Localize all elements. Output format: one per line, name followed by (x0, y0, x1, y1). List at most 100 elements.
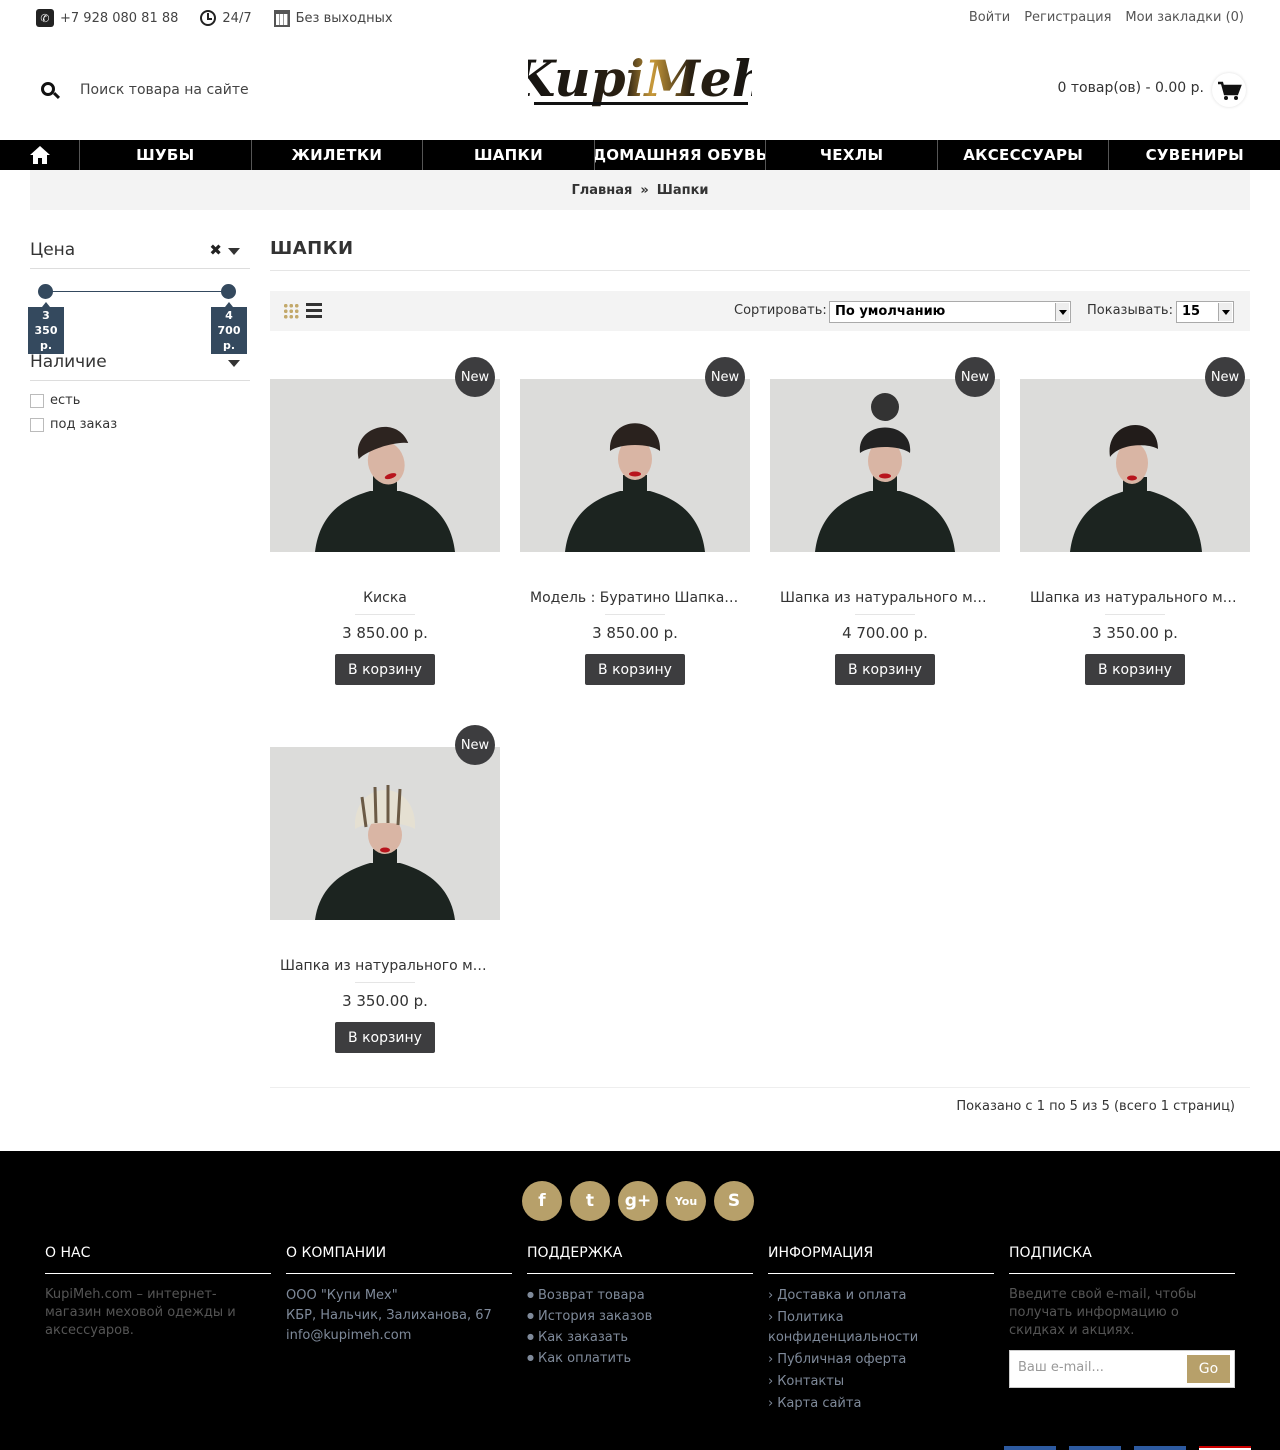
limit-select[interactable]: 15 (1176, 301, 1234, 323)
social-links: f t g+ You S (522, 1181, 754, 1221)
footer-link[interactable]: Доставка и оплата (768, 1286, 994, 1306)
search-input[interactable] (80, 76, 380, 104)
breadcrumb-separator: » (640, 182, 649, 198)
nav-item-hats[interactable]: ШАПКИ (423, 140, 595, 170)
new-badge: New (955, 357, 995, 397)
subscribe-text: Введите свой e-mail, чтобы получать инфо… (1009, 1287, 1197, 1338)
phone-icon: ✆ (36, 9, 54, 27)
twitter-icon[interactable]: t (570, 1181, 610, 1221)
new-badge: New (455, 725, 495, 765)
sort-label: Сортировать: (734, 303, 827, 318)
filter-on-order[interactable]: под заказ (30, 417, 117, 432)
product-price: 3 850.00 р. (342, 624, 428, 642)
breadcrumb: Главная » Шапки (30, 170, 1250, 210)
product-name[interactable]: Шапка из натурального меха (1020, 590, 1250, 606)
pagination-info: Показано с 1 по 5 из 5 (всего 1 страниц) (956, 1099, 1235, 1114)
list-view-icon[interactable] (306, 303, 322, 319)
calendar-icon (273, 9, 290, 27)
filter-in-stock-label: есть (50, 393, 81, 408)
price-slider-max-handle[interactable] (221, 284, 236, 299)
clock-icon (200, 10, 217, 26)
product-name[interactable]: Модель : Буратино Шапка из натурального … (520, 590, 750, 606)
price-max-label: 4 700 р. (211, 302, 247, 354)
footer-about-text: KupiMeh.com – интернет-магазин меховой о… (45, 1287, 236, 1338)
product-image[interactable] (770, 379, 1000, 552)
subscribe-button[interactable]: Go (1187, 1355, 1230, 1383)
product-image[interactable] (270, 379, 500, 552)
price-filter-header[interactable]: Цена ✖ (30, 240, 250, 269)
footer-about: О НАС KupiMeh.com – интернет-магазин мех… (45, 1245, 271, 1340)
footer-link[interactable]: Карта сайта (768, 1394, 994, 1414)
cart-icon[interactable] (1212, 73, 1246, 107)
availability-filter-header[interactable]: Наличие (30, 352, 250, 381)
limit-label: Показывать: (1087, 303, 1173, 318)
logo-text: KupiMeh (528, 49, 752, 108)
nav-item-coats[interactable]: ШУБЫ (80, 140, 252, 170)
nav-item-souvenirs[interactable]: СУВЕНИРЫ (1109, 140, 1280, 170)
search-icon[interactable] (30, 73, 70, 109)
product-name[interactable]: Киска (270, 590, 500, 606)
new-badge: New (1205, 357, 1245, 397)
new-badge: New (455, 357, 495, 397)
footer-link[interactable]: Политика конфиденциальности (768, 1308, 994, 1348)
subscribe-email-input[interactable] (1018, 1360, 1178, 1375)
filter-in-stock[interactable]: есть (30, 393, 80, 408)
footer-link[interactable]: Как заказать (527, 1328, 753, 1349)
footer-link[interactable]: Как оплатить (527, 1349, 753, 1370)
footer-link[interactable]: Возврат товара (527, 1286, 753, 1307)
login-link[interactable]: Войти (969, 10, 1010, 25)
sort-value: По умолчанию (835, 304, 946, 319)
checkbox[interactable] (30, 393, 44, 408)
youtube-icon[interactable]: You (666, 1181, 706, 1221)
footer-link[interactable]: История заказов (527, 1307, 753, 1328)
add-to-cart-button[interactable]: В корзину (835, 654, 935, 685)
company-name: ООО "Купи Мех" (286, 1288, 398, 1303)
working-days: Без выходных (295, 10, 393, 26)
footer-link[interactable]: Публичная оферта (768, 1350, 994, 1370)
checkbox[interactable] (30, 417, 44, 432)
home-icon[interactable] (0, 140, 80, 170)
nav-item-covers[interactable]: ЧЕХЛЫ (766, 140, 938, 170)
availability-filter-title: Наличие (30, 352, 107, 372)
footer-support: ПОДДЕРЖКА Возврат товара История заказов… (527, 1245, 753, 1370)
chevron-down-icon[interactable] (228, 360, 240, 367)
phone-number: +7 928 080 81 88 (60, 10, 179, 26)
nav-item-slippers[interactable]: ДОМАШНЯЯ ОБУВЬ (595, 140, 767, 170)
register-link[interactable]: Регистрация (1024, 10, 1111, 25)
company-email[interactable]: info@kupimeh.com (286, 1326, 512, 1346)
google-plus-icon[interactable]: g+ (618, 1181, 658, 1221)
add-to-cart-button[interactable]: В корзину (1085, 654, 1185, 685)
chevron-down-icon[interactable] (228, 248, 240, 255)
footer-about-title: О НАС (45, 1245, 271, 1274)
breadcrumb-current[interactable]: Шапки (657, 183, 709, 198)
nav-item-vests[interactable]: ЖИЛЕТКИ (252, 140, 424, 170)
footer-link[interactable]: Контакты (768, 1372, 994, 1392)
product-toolbar: Сортировать: По умолчанию Показывать: 15 (270, 291, 1250, 331)
nav-item-accessories[interactable]: АКСЕССУАРЫ (938, 140, 1110, 170)
add-to-cart-button[interactable]: В корзину (335, 1022, 435, 1053)
cart-summary[interactable]: 0 товар(ов) - 0.00 р. (1058, 80, 1204, 96)
payment-card-icon (1004, 1446, 1056, 1450)
add-to-cart-button[interactable]: В корзину (335, 654, 435, 685)
add-to-cart-button[interactable]: В корзину (585, 654, 685, 685)
footer-support-title: ПОДДЕРЖКА (527, 1245, 753, 1274)
footer-company-title: О КОМПАНИИ (286, 1245, 512, 1274)
grid-view-icon[interactable] (283, 303, 299, 319)
price-slider-min-handle[interactable] (38, 284, 53, 299)
product-name[interactable]: Шапка из натурального меха (770, 590, 1000, 606)
site-logo[interactable]: KupiMeh (528, 40, 752, 116)
product-price: 3 850.00 р. (592, 624, 678, 642)
product-image[interactable] (1020, 379, 1250, 552)
facebook-icon[interactable]: f (522, 1181, 562, 1221)
account-links: Войти Регистрация Мои закладки (0) (969, 10, 1244, 25)
breadcrumb-home[interactable]: Главная (571, 183, 632, 198)
sort-select[interactable]: По умолчанию (829, 301, 1071, 323)
product-image[interactable] (270, 747, 500, 920)
clear-filter-icon[interactable]: ✖ (209, 241, 222, 259)
product-image[interactable] (520, 379, 750, 552)
skype-icon[interactable]: S (714, 1181, 754, 1221)
product-name[interactable]: Шапка из натурального меха (270, 958, 500, 974)
page-title: ШАПКИ (270, 238, 1250, 271)
wishlist-link[interactable]: Мои закладки (0) (1125, 10, 1244, 25)
product-price: 4 700.00 р. (842, 624, 928, 642)
